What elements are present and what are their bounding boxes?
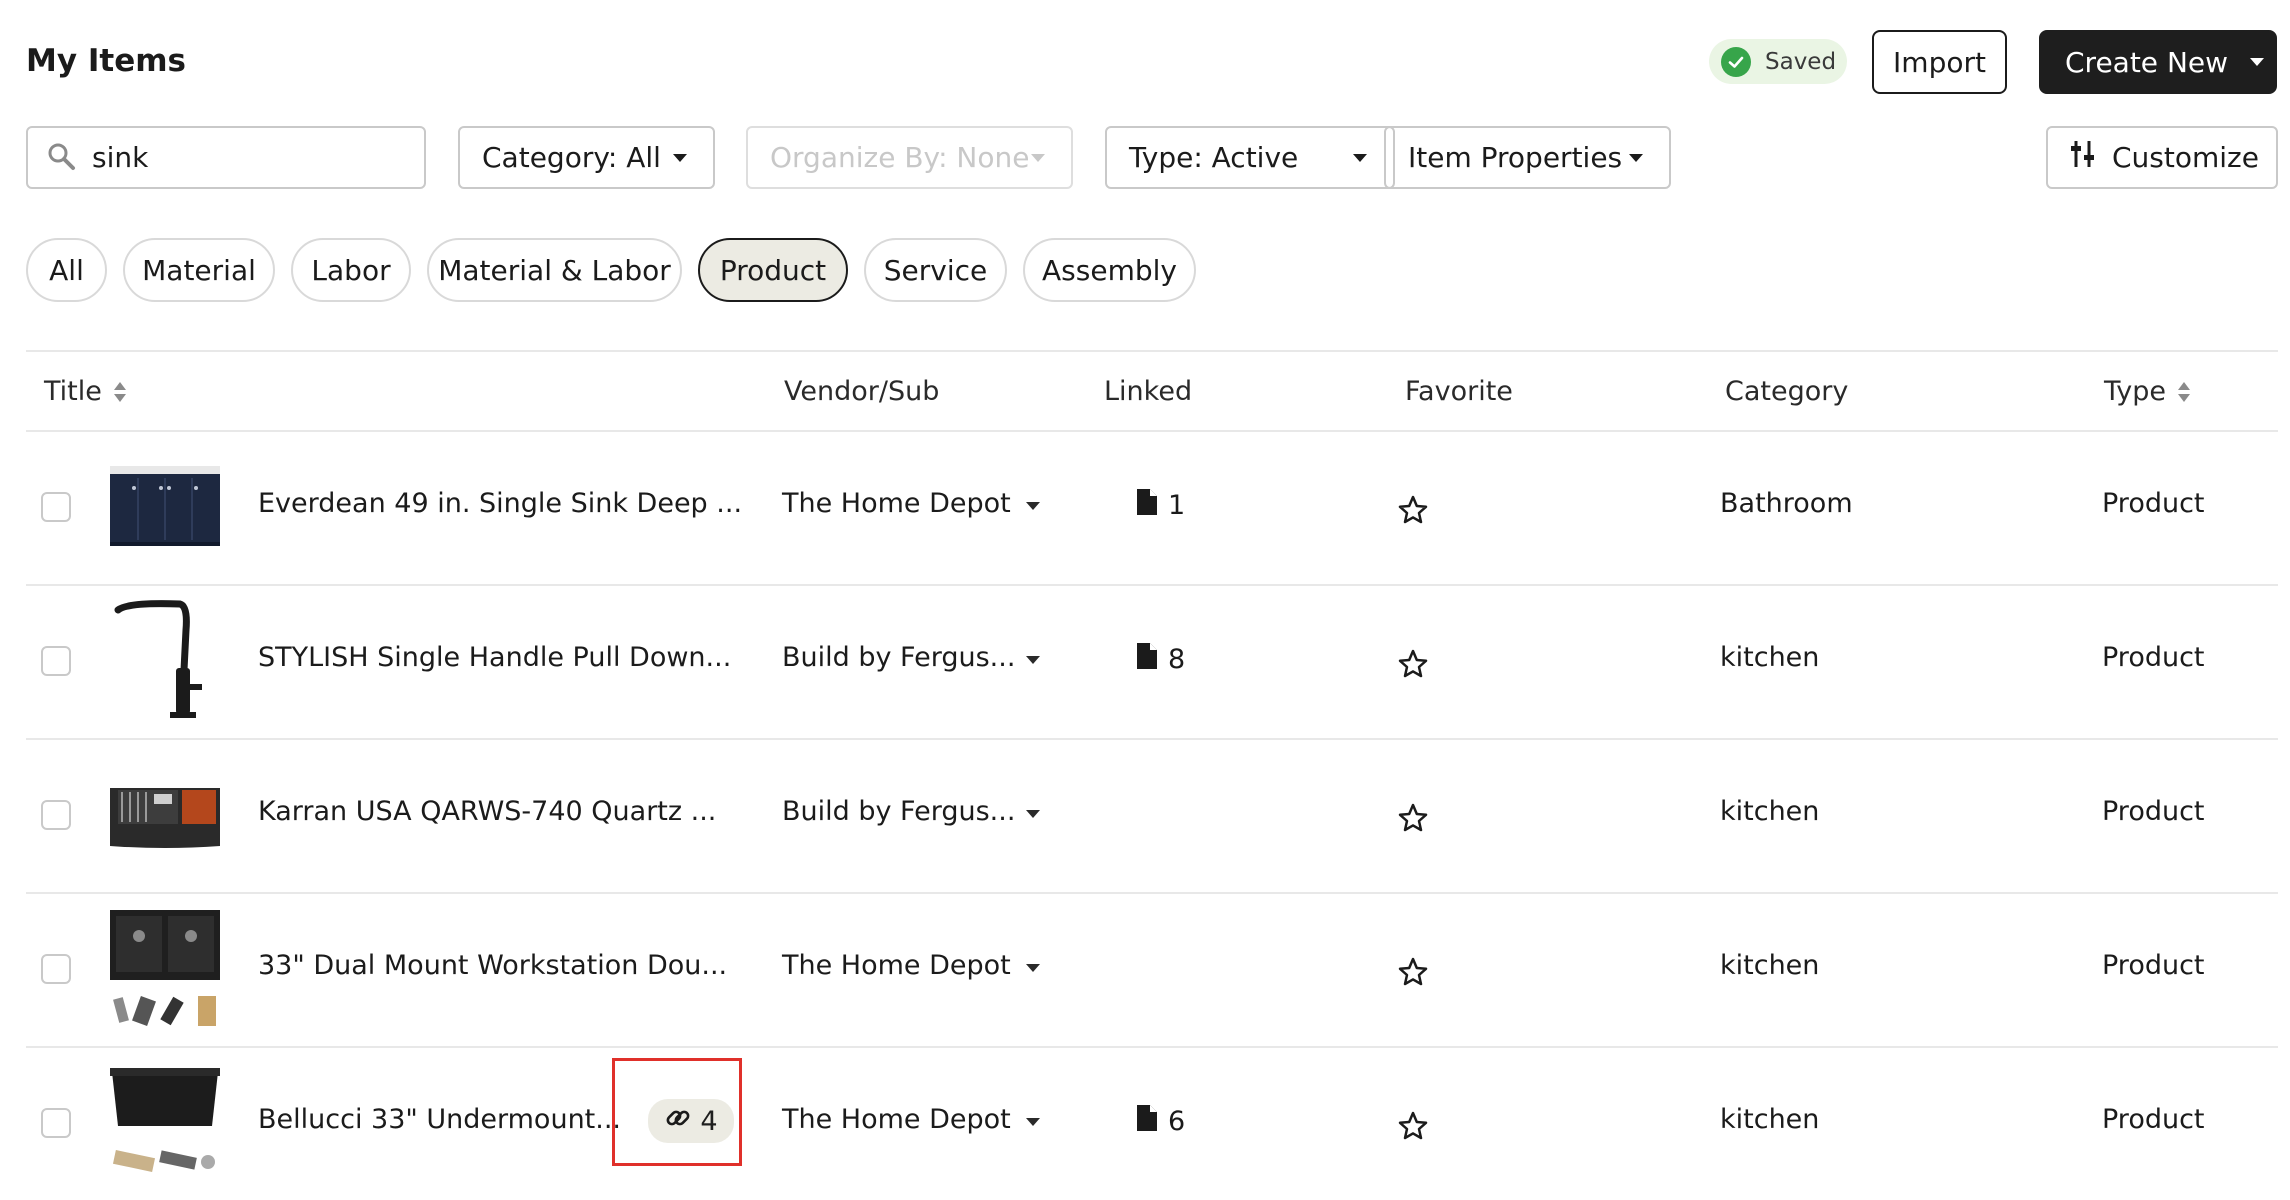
table-row[interactable]: 33" Dual Mount Workstation Dou... The Ho… [26,894,2278,1046]
customize-button[interactable]: Customize [2046,126,2278,189]
vendor-dropdown-icon[interactable] [1026,656,1040,664]
product-thumbnail [108,600,222,722]
item-type: Product [2102,950,2205,981]
item-title[interactable]: Bellucci 33" Undermount... [258,1104,621,1135]
table-row[interactable]: Bellucci 33" Undermount... 4 The Home De… [26,1048,2278,1200]
customize-label: Customize [2112,141,2259,174]
item-type: Product [2102,642,2205,673]
saved-label: Saved [1765,48,1837,75]
item-category: Bathroom [1720,488,1853,519]
type-dropdown-label: Type: Active [1129,141,1299,174]
item-type: Product [2102,1104,2205,1135]
chip-material-labor[interactable]: Material & Labor [427,238,682,302]
column-header-title-label: Title [44,376,102,407]
sliders-icon [2070,139,2096,176]
star-icon[interactable] [1397,802,1429,838]
chip-all[interactable]: All [26,238,107,302]
chip-product[interactable]: Product [698,238,848,302]
highlight-box [612,1058,742,1166]
column-header-linked: Linked [1104,376,1193,407]
organize-by-dropdown[interactable]: Organize By: None [746,126,1073,189]
item-title[interactable]: 33" Dual Mount Workstation Dou... [258,950,727,981]
chevron-down-icon [1353,153,1367,162]
column-header-favorite: Favorite [1405,376,1513,407]
item-category: kitchen [1720,1104,1820,1135]
table-top-divider [26,350,2278,352]
sort-icon [113,382,126,402]
product-thumbnail [108,1062,222,1186]
search-input[interactable] [90,140,394,175]
linked-count[interactable]: 8 [1136,642,1185,677]
vendor-name: Build by Fergus... [782,642,1016,673]
item-category: kitchen [1720,796,1820,827]
item-title[interactable]: Everdean 49 in. Single Sink Deep ... [258,488,742,519]
check-icon [1721,46,1751,77]
row-checkbox[interactable] [41,954,71,984]
column-header-category: Category [1725,376,1849,407]
column-header-vendor: Vendor/Sub [784,376,940,407]
chip-material[interactable]: Material [123,238,275,302]
category-dropdown-label: Category: All [482,141,661,174]
table-row[interactable]: Karran USA QARWS-740 Quartz ... Build by… [26,740,2278,892]
vendor-dropdown-icon[interactable] [1026,502,1040,510]
row-checkbox[interactable] [41,800,71,830]
column-header-type[interactable]: Type [2104,374,2191,410]
type-dropdown[interactable]: Type: Active [1105,126,1395,189]
create-new-label: Create New [2065,45,2229,79]
vendor-dropdown-icon[interactable] [1026,1118,1040,1126]
product-thumbnail [108,908,222,1032]
item-properties-dropdown[interactable]: Item Properties [1384,126,1671,189]
item-type: Product [2102,488,2205,519]
column-header-type-label: Type [2104,376,2167,407]
product-thumbnail [108,778,222,850]
chevron-down-icon [1629,153,1643,162]
item-category: kitchen [1720,642,1820,673]
linked-count-value: 1 [1168,490,1186,521]
star-icon[interactable] [1397,494,1429,530]
document-icon [1136,488,1158,523]
chevron-down-icon [1031,153,1045,162]
chip-assembly[interactable]: Assembly [1023,238,1196,302]
item-category: kitchen [1720,950,1820,981]
document-icon [1136,1104,1158,1139]
row-checkbox[interactable] [41,646,71,676]
chip-service[interactable]: Service [864,238,1007,302]
column-header-title[interactable]: Title [44,374,126,410]
table-row[interactable]: Everdean 49 in. Single Sink Deep ... The… [26,432,2278,584]
page-title: My Items [26,43,186,79]
search-icon [46,141,76,175]
star-icon[interactable] [1397,648,1429,684]
search-box[interactable] [26,126,426,189]
vendor-dropdown-icon[interactable] [1026,964,1040,972]
document-icon [1136,642,1158,677]
row-checkbox[interactable] [41,1108,71,1138]
table-row[interactable]: STYLISH Single Handle Pull Down... Build… [26,586,2278,738]
organize-by-dropdown-label: Organize By: None [770,141,1030,174]
chevron-down-icon [673,153,687,162]
product-thumbnail [108,464,222,548]
linked-count[interactable]: 1 [1136,488,1185,523]
star-icon[interactable] [1397,1110,1429,1146]
chevron-down-icon [2250,58,2265,66]
vendor-name: The Home Depot [782,488,1011,519]
vendor-dropdown-icon[interactable] [1026,810,1040,818]
item-title[interactable]: Karran USA QARWS-740 Quartz ... [258,796,716,827]
sort-icon [2178,382,2191,402]
star-icon[interactable] [1397,956,1429,992]
item-type: Product [2102,796,2205,827]
vendor-name: The Home Depot [782,1104,1011,1135]
item-properties-dropdown-label: Item Properties [1408,141,1623,174]
linked-count-value: 8 [1168,644,1186,675]
create-new-button[interactable]: Create New [2039,30,2277,94]
saved-status-badge: Saved [1709,39,1847,84]
vendor-name: The Home Depot [782,950,1011,981]
item-title[interactable]: STYLISH Single Handle Pull Down... [258,642,731,673]
vendor-name: Build by Fergus... [782,796,1016,827]
category-dropdown[interactable]: Category: All [458,126,715,189]
linked-count-value: 6 [1168,1106,1186,1137]
chip-labor[interactable]: Labor [291,238,411,302]
row-checkbox[interactable] [41,492,71,522]
import-button[interactable]: Import [1872,30,2007,94]
linked-count[interactable]: 6 [1136,1104,1185,1139]
